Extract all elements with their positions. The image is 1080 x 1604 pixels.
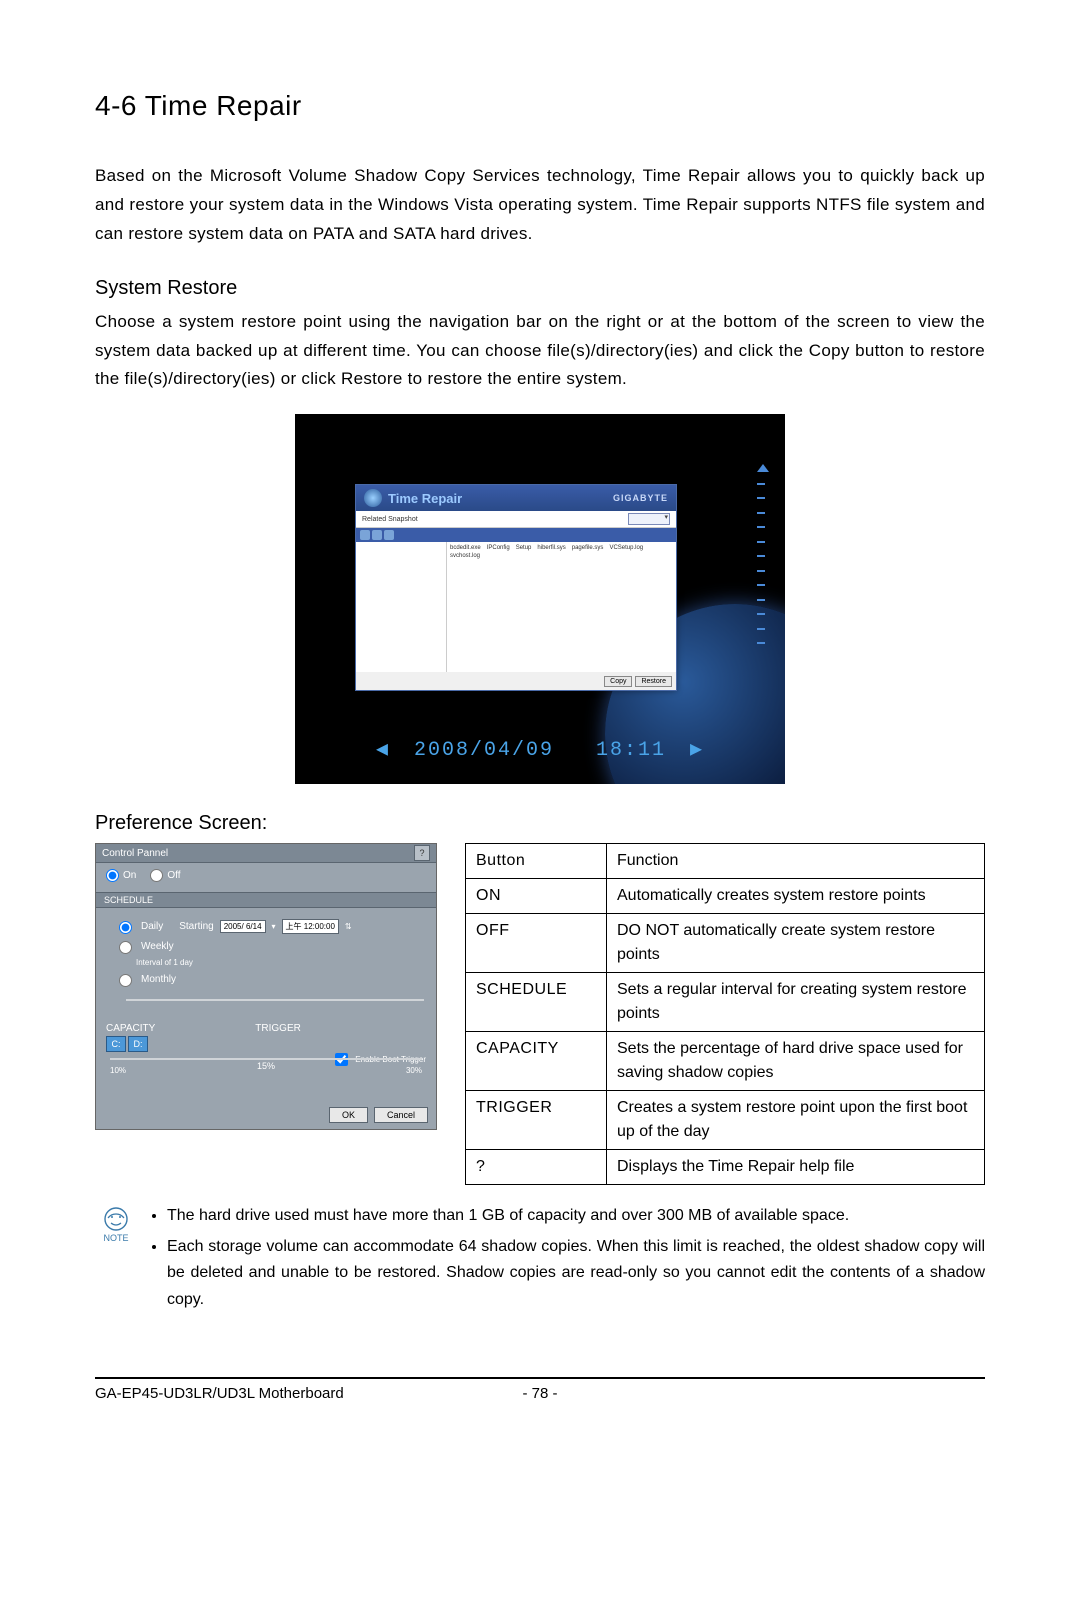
ok-button[interactable]: OK: [329, 1107, 368, 1123]
file-item[interactable]: svchost.log: [450, 553, 480, 559]
nav-next-icon[interactable]: ▶: [690, 739, 704, 762]
th-button: Button: [466, 844, 607, 879]
monthly-option[interactable]: Monthly: [114, 971, 424, 987]
table-row: CAPACITYSets the percentage of hard driv…: [466, 1032, 985, 1091]
time-repair-screenshot: Time Repair GIGABYTE Related Snapshot bc…: [295, 414, 785, 784]
time-field[interactable]: 上午 12:00:00: [282, 919, 339, 934]
schedule-body: Daily Starting 2005/ 6/14 ▾ 上午 12:00:00 …: [96, 908, 436, 1017]
pref-title-label: Control Pannel: [102, 848, 168, 859]
dialog-title: Time Repair: [388, 491, 462, 506]
dialog-footer: Copy Restore: [356, 672, 676, 690]
file-area: bcdedit.exe IPConfig Setup hiberfil.sys …: [356, 542, 676, 672]
folder-tree[interactable]: [356, 542, 447, 672]
nav-up-icon[interactable]: [757, 464, 769, 472]
file-item[interactable]: Setup: [516, 545, 532, 551]
schedule-slider[interactable]: [126, 993, 424, 1007]
table-row: ButtonFunction: [466, 844, 985, 879]
trigger-label: TRIGGER: [255, 1023, 301, 1034]
th-function: Function: [607, 844, 985, 879]
note-label: NOTE: [103, 1233, 128, 1243]
brand-label: GIGABYTE: [613, 493, 668, 503]
system-restore-heading: System Restore: [95, 277, 985, 300]
copy-button[interactable]: Copy: [604, 676, 632, 687]
timestamp-bar: ◀ 2008/04/09 18:11 ▶: [295, 736, 785, 762]
snapshot-label: Related Snapshot: [362, 516, 418, 523]
time-repair-dialog: Time Repair GIGABYTE Related Snapshot bc…: [355, 484, 677, 691]
file-item[interactable]: IPConfig: [487, 545, 510, 551]
dialog-subbar: Related Snapshot: [356, 511, 676, 528]
file-list[interactable]: bcdedit.exe IPConfig Setup hiberfil.sys …: [447, 542, 676, 672]
off-radio[interactable]: Off: [150, 869, 180, 882]
weekly-option[interactable]: Weekly: [114, 938, 424, 954]
toolbar-icon[interactable]: [384, 530, 394, 540]
file-item[interactable]: bcdedit.exe: [450, 545, 481, 551]
help-button[interactable]: ?: [414, 845, 430, 861]
preference-heading: Preference Screen:: [95, 812, 985, 835]
table-row: ONAutomatically creates system restore p…: [466, 879, 985, 914]
app-logo-icon: [364, 489, 382, 507]
manual-page: 4-6 Time Repair Based on the Microsoft V…: [0, 0, 1080, 1604]
footer-rule: [95, 1377, 985, 1379]
table-row: OFFDO NOT automatically create system re…: [466, 914, 985, 973]
capacity-slider[interactable]: [96, 1052, 436, 1064]
snapshot-dropdown[interactable]: [628, 513, 670, 525]
file-item[interactable]: hiberfil.sys: [537, 545, 565, 551]
section-heading: 4-6 Time Repair: [95, 90, 985, 122]
drive-c-button[interactable]: C:: [106, 1036, 126, 1052]
table-row: TRIGGERCreates a system restore point up…: [466, 1091, 985, 1150]
footer-model: GA-EP45-UD3LR/UD3L Motherboard: [95, 1385, 344, 1402]
schedule-label: SCHEDULE: [96, 892, 436, 908]
interval-label: Interval of 1 day: [136, 958, 424, 967]
dialog-titlebar: Time Repair GIGABYTE: [356, 485, 676, 511]
list-item: The hard drive used must have more than …: [167, 1203, 985, 1229]
cancel-button[interactable]: Cancel: [374, 1107, 428, 1123]
note-list: The hard drive used must have more than …: [149, 1203, 985, 1317]
note-icon: NOTE: [95, 1203, 137, 1243]
timestamp-time: 18:11: [596, 739, 666, 762]
system-restore-body: Choose a system restore point using the …: [95, 308, 985, 395]
intro-paragraph: Based on the Microsoft Volume Shadow Cop…: [95, 162, 985, 249]
on-off-row: On Off: [96, 863, 436, 888]
timestamp-date: 2008/04/09: [414, 739, 554, 762]
list-item: Each storage volume can accommodate 64 s…: [167, 1234, 985, 1313]
note-block: NOTE The hard drive used must have more …: [95, 1203, 985, 1317]
nav-prev-icon[interactable]: ◀: [376, 739, 390, 762]
pref-footer-buttons: OK Cancel: [329, 1107, 428, 1123]
toolbar-icon[interactable]: [360, 530, 370, 540]
screenshot-wrapper: Time Repair GIGABYTE Related Snapshot bc…: [95, 414, 985, 784]
drive-d-button[interactable]: D:: [128, 1036, 148, 1052]
page-footer: GA-EP45-UD3LR/UD3L Motherboard - 78 - GA…: [95, 1385, 985, 1402]
toolbar-icon[interactable]: [372, 530, 382, 540]
on-radio[interactable]: On: [106, 869, 136, 882]
vertical-nav[interactable]: [757, 464, 765, 654]
function-table: ButtonFunction ONAutomatically creates s…: [465, 843, 985, 1185]
date-field[interactable]: 2005/ 6/14: [220, 920, 266, 933]
file-item[interactable]: pagefile.sys: [572, 545, 604, 551]
footer-page-number: - 78 -: [522, 1385, 557, 1402]
table-row: SCHEDULESets a regular interval for crea…: [466, 973, 985, 1032]
preference-row: Control Pannel ? On Off SCHEDULE Daily S…: [95, 843, 985, 1185]
daily-option[interactable]: Daily Starting 2005/ 6/14 ▾ 上午 12:00:00 …: [114, 918, 424, 934]
capacity-label: CAPACITY: [106, 1023, 155, 1034]
restore-button[interactable]: Restore: [635, 676, 672, 687]
file-item[interactable]: VCSetup.log: [609, 545, 643, 551]
table-row: ?Displays the Time Repair help file: [466, 1150, 985, 1185]
pref-titlebar: Control Pannel ?: [96, 844, 436, 863]
cap-trigger-labels: CAPACITY TRIGGER: [96, 1017, 436, 1036]
preference-screenshot: Control Pannel ? On Off SCHEDULE Daily S…: [95, 843, 437, 1130]
dialog-toolbar: [356, 528, 676, 542]
